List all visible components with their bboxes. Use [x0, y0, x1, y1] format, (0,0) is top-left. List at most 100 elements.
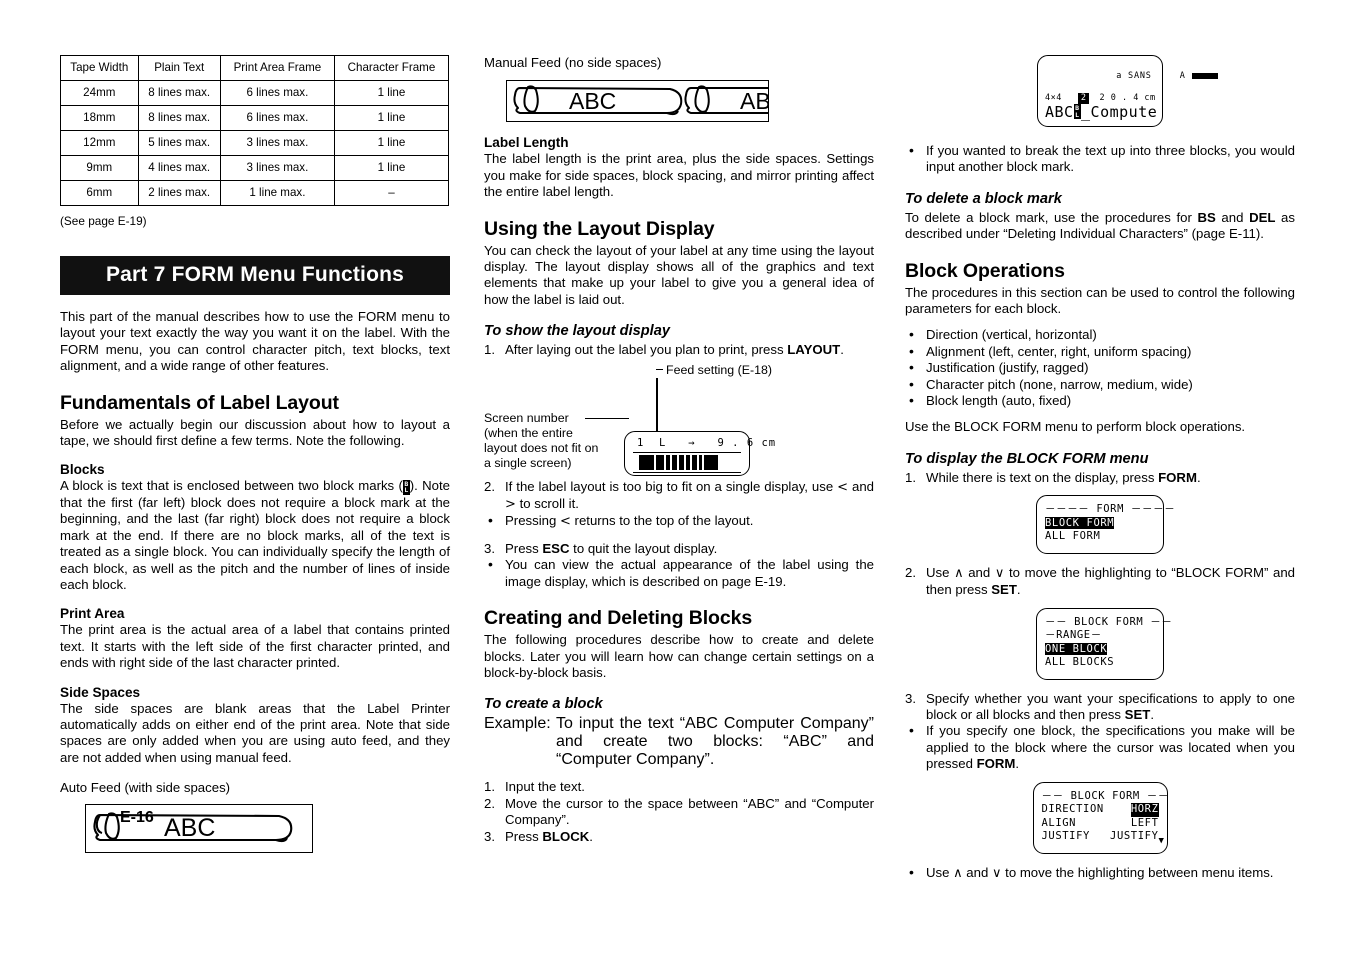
block-form-step-1: 1. While there is text on the display, pr… [905, 470, 1295, 486]
chevron-up-icon: ∧ [954, 565, 964, 581]
table-row: 9mm 4 lines max. 3 lines max. 1 line [60, 155, 450, 181]
menu-row-justify[interactable]: JUSTIFY JUSTIFY ▼ [1042, 830, 1164, 846]
dbm-text-b: and [1215, 209, 1250, 225]
bullet-text: . [1015, 756, 1020, 772]
example-label: Example: [484, 715, 551, 733]
menu2-wrap: －－ BLOCK FORM －－ －RANGE－ ONE BLOCK ALL B… [905, 607, 1295, 680]
menu-item-all-blocks[interactable]: ALL BLOCKS [1045, 656, 1155, 670]
quit-layout-bullets: • You can view the actual appearance of t… [484, 556, 874, 590]
param-text: Character pitch (none, narrow, medium, w… [926, 376, 1193, 392]
block-mark-icon: BL [402, 479, 410, 495]
table-header-row: Tape Width Plain Text Print Area Frame C… [60, 55, 450, 81]
chevron-up-icon: ∧ [953, 865, 963, 881]
svg-text:ABC: ABC [164, 814, 215, 842]
example-text: To input the text “ABC Computer Company”… [556, 715, 874, 769]
creating-blocks-paragraph: The following procedures describe how to… [484, 632, 874, 680]
bullet-text: Pressing [505, 513, 560, 529]
column-middle: Manual Feed (no side spaces) ABC AB Labe… [484, 55, 874, 845]
menu-item-label: ONE BLOCK [1045, 642, 1108, 655]
step-text-end: . [840, 342, 844, 358]
layout-display-paragraph: You can check the layout of your label a… [484, 242, 874, 307]
menu-item-all-form[interactable]: ALL FORM [1045, 530, 1155, 544]
step-text: After laying out the label you plan to p… [505, 342, 788, 358]
callout-screen-number-l4: a single screen) [484, 455, 572, 470]
list-item: • Direction (vertical, horizontal) [905, 326, 1295, 343]
section-heading-creating-blocks: Creating and Deleting Blocks [484, 607, 753, 630]
menu-item-block-form[interactable]: BLOCK FORM [1045, 516, 1155, 531]
bullet-dot-icon: • [909, 863, 914, 880]
chevron-right-icon: > [505, 497, 516, 513]
subheading-delete-block-mark: To delete a block mark [905, 190, 1062, 207]
table-row: 24mm 8 lines max. 6 lines max. 1 line [60, 80, 450, 106]
step-number: 3. [484, 828, 495, 844]
step-number: 2. [484, 478, 495, 494]
block-form-settings-lcd: －－ BLOCK FORM －－ DIRECTION HORZ ALIGN LEFT… [1032, 781, 1168, 854]
chevron-left-icon: < [559, 514, 571, 530]
block-form-step-2: 2. Use ∧ and ∨ to move the highlighting t… [905, 565, 1295, 599]
step-number: 1. [484, 342, 495, 358]
step-text: Press [505, 540, 543, 556]
step-item: 1. Input the text. [484, 779, 874, 795]
table-row: 18mm 8 lines max. 6 lines max. 1 line [60, 105, 450, 131]
step-text: and [963, 564, 995, 580]
step-number: 3. [905, 690, 916, 706]
table-cell: 8 lines max. [137, 105, 221, 131]
param-text: Alignment (left, center, right, uniform … [926, 343, 1192, 359]
layout-display-lcd: 1 L → 9 . 6 cm [624, 430, 775, 476]
table-cell: 9mm [60, 155, 139, 181]
block-mark-icon: BL [1073, 104, 1082, 119]
bullet-text: If you wanted to break the text up into … [926, 143, 1295, 175]
list-item: • Character pitch (none, narrow, medium, … [905, 376, 1295, 393]
table-cell: – [333, 180, 450, 206]
table-row: 12mm 5 lines max. 3 lines max. 1 line [60, 130, 450, 156]
block-parameter-list: • Direction (vertical, horizontal) • Align… [905, 326, 1295, 409]
menu-range-label: －RANGE－ [1045, 629, 1102, 642]
lcd-text-compute: _Compute [1081, 103, 1158, 121]
lcd-row-1: a SANS A [1045, 60, 1218, 93]
step-item: 3. Specify whether you want your specific… [905, 691, 1295, 724]
svg-text:ABC: ABC [569, 88, 616, 114]
quit-layout-steps: 3. Press ESC to quit the layout display. [484, 541, 874, 557]
callout-screen-number-l3: layout does not fit on [484, 440, 599, 455]
menu-title: －－ BLOCK FORM －－ [1045, 615, 1173, 628]
subheading-show-layout-display: To show the layout display [484, 323, 670, 340]
section-heading-block-operations: Block Operations [905, 259, 1065, 282]
step-text: Specify whether you want your specificat… [926, 690, 1295, 722]
menu-row-align[interactable]: ALIGN LEFT [1042, 817, 1159, 831]
label-length-paragraph: The label length is the print area, plus… [484, 151, 874, 200]
key-label-set: SET [991, 582, 1017, 598]
chevron-left-icon: < [837, 479, 849, 495]
table-cell: 6mm [60, 180, 139, 206]
key-label-form: FORM [1158, 469, 1197, 485]
step-item: 2. Use ∧ and ∨ to move the highlighting t… [905, 565, 1295, 599]
print-area-paragraph: The print area is the actual area of a l… [60, 622, 450, 671]
menu-row-direction[interactable]: DIRECTION HORZ [1042, 803, 1159, 817]
step-text: Input the text. [505, 779, 585, 795]
menu-item-one-block[interactable]: ONE BLOCK [1045, 642, 1155, 657]
bullet-item: • You can view the actual appearance of t… [484, 556, 874, 590]
step-text: Use [926, 564, 955, 580]
table-cell: 18mm [60, 105, 139, 131]
step-text: . [589, 828, 593, 844]
step-text: While there is text on the display, pres… [926, 469, 1159, 485]
table-cell: 1 line [333, 105, 450, 131]
step-item: 3. Press ESC to quit the layout display. [484, 541, 874, 557]
abc-compute-lcd: a SANS A 4×4 2 2 0 . 4 cm ABC B L _Compute [1037, 55, 1218, 127]
bullet-text: and [962, 864, 992, 880]
step-number: 3. [484, 540, 495, 556]
fundamentals-intro: Before we actually begin our discussion … [60, 416, 450, 449]
menu-item-label: BLOCK FORM [1045, 516, 1115, 529]
param-text: Justification (justify, ragged) [926, 360, 1089, 376]
lcd-font-indicator: a SANS [1116, 71, 1152, 81]
step-text: . [1016, 582, 1021, 598]
three-blocks-bullets: • If you wanted to break the text up into… [905, 142, 1295, 176]
menu-row-value: JUSTIFY [1110, 830, 1159, 843]
table-cell: 3 lines max. [219, 130, 335, 156]
subheading-label-length: Label Length [484, 135, 569, 151]
subheading-print-area: Print Area [60, 606, 125, 622]
list-item: • Alignment (left, center, right, uniform… [905, 343, 1295, 360]
table-cell: 4 lines max. [137, 155, 221, 181]
key-label-form: FORM [976, 756, 1016, 772]
layout-display-figure: Feed setting (E-18) Screen number (when … [484, 363, 874, 479]
step-number: 1. [484, 779, 495, 795]
